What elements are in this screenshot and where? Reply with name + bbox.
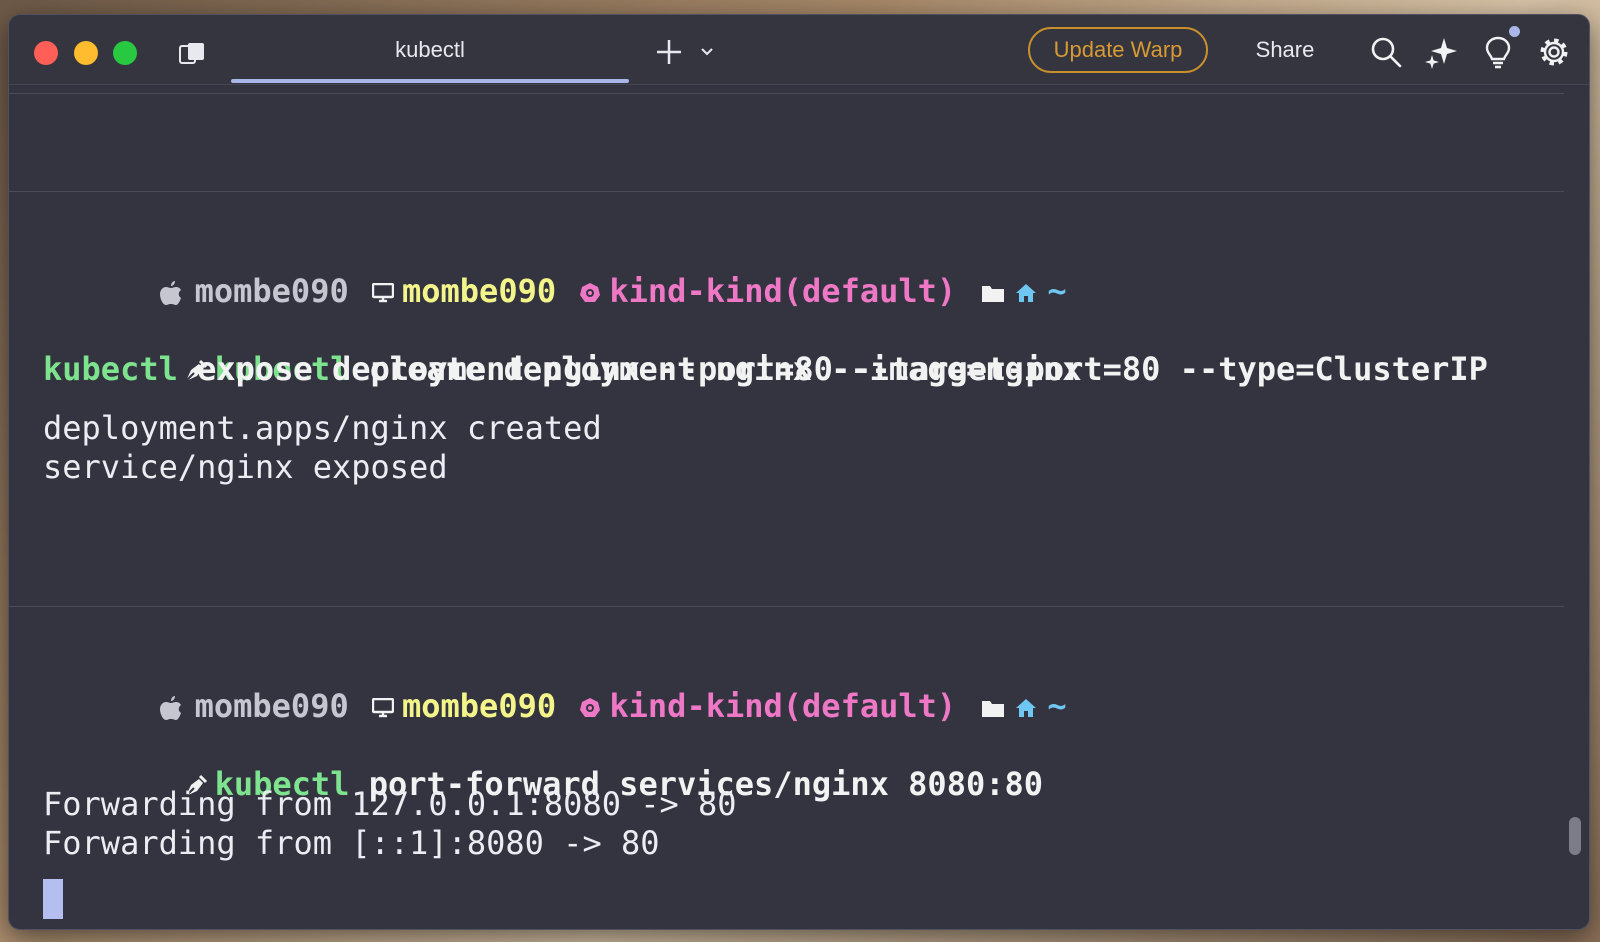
prompt-directory: ~ bbox=[1047, 687, 1067, 725]
block-separator bbox=[9, 191, 1564, 192]
terminal-content[interactable]: mombe090 mombe090 kind-kind(default) ~ k… bbox=[9, 85, 1589, 929]
share-button[interactable]: Share bbox=[1245, 27, 1325, 73]
output-line: service/nginx exposed bbox=[43, 448, 448, 486]
tab-kubectl[interactable]: kubectl bbox=[231, 15, 629, 85]
prompt-context: kind-kind(default) bbox=[609, 272, 957, 310]
block-separator bbox=[9, 606, 1564, 607]
folder-icon bbox=[982, 701, 1005, 717]
close-window-button[interactable] bbox=[34, 41, 58, 65]
prompt-directory: ~ bbox=[1047, 272, 1067, 310]
prompt-host: mombe090 bbox=[401, 687, 557, 725]
search-icon[interactable] bbox=[1369, 35, 1403, 69]
share-label: Share bbox=[1255, 37, 1315, 62]
prompt-host: mombe090 bbox=[401, 272, 557, 310]
kubernetes-icon bbox=[580, 698, 601, 717]
apple-icon bbox=[159, 281, 181, 305]
minimize-window-button[interactable] bbox=[74, 41, 98, 65]
ai-sparkle-icon[interactable] bbox=[1425, 35, 1459, 69]
title-bar: kubectl Update Warp Share bbox=[9, 15, 1589, 85]
output-line: deployment.apps/nginx created bbox=[43, 409, 602, 447]
terminal-cursor bbox=[43, 879, 63, 919]
prompt-context: kind-kind(default) bbox=[609, 687, 957, 725]
kubernetes-icon bbox=[580, 283, 601, 302]
output-line: Forwarding from 127.0.0.1:8080 -> 80 bbox=[43, 785, 737, 823]
tab-panel-icon[interactable] bbox=[179, 42, 207, 64]
lightbulb-icon[interactable] bbox=[1481, 35, 1515, 69]
command-args: expose deployment nginx --port=80 --targ… bbox=[177, 350, 1488, 388]
folder-icon bbox=[982, 286, 1005, 302]
active-tab-indicator bbox=[231, 79, 629, 83]
monitor-icon bbox=[371, 698, 394, 718]
gear-icon[interactable] bbox=[1537, 35, 1571, 69]
update-warp-button[interactable]: Update Warp bbox=[1028, 27, 1208, 73]
tab-title: kubectl bbox=[395, 37, 465, 62]
new-tab-plus-icon[interactable] bbox=[654, 37, 684, 67]
scrollbar[interactable] bbox=[1569, 817, 1581, 855]
command-line: kubectl expose deployment nginx --port=8… bbox=[43, 349, 1488, 389]
terminal-window: kubectl Update Warp Share mombe090 mombe… bbox=[8, 14, 1590, 930]
notification-dot bbox=[1509, 26, 1520, 37]
monitor-icon bbox=[371, 283, 394, 303]
block-separator bbox=[9, 93, 1564, 94]
output-line: Forwarding from [::1]:8080 -> 80 bbox=[43, 824, 660, 862]
maximize-window-button[interactable] bbox=[113, 41, 137, 65]
prompt-user: mombe090 bbox=[194, 687, 349, 725]
apple-icon bbox=[159, 696, 181, 720]
home-icon bbox=[1016, 284, 1037, 302]
prompt-user: mombe090 bbox=[194, 272, 349, 310]
command-name: kubectl bbox=[43, 350, 178, 388]
chevron-down-icon[interactable] bbox=[699, 45, 715, 59]
home-icon bbox=[1016, 699, 1037, 717]
update-warp-label: Update Warp bbox=[1053, 37, 1183, 62]
